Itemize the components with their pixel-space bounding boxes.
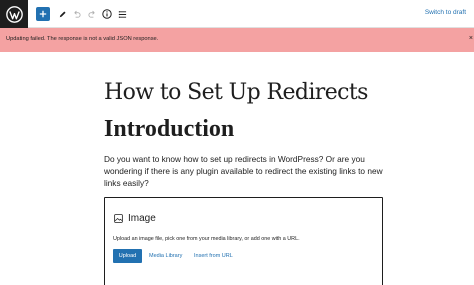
undo-button[interactable]	[68, 6, 84, 22]
details-button[interactable]	[99, 6, 115, 22]
heading-block[interactable]: Introduction	[104, 116, 234, 143]
redo-icon	[87, 10, 95, 18]
editor-toolbar: Switch to draft	[0, 0, 474, 28]
redo-button[interactable]	[84, 6, 100, 22]
add-block-button[interactable]	[36, 7, 50, 21]
notice-message: Updating failed. The response is not a v…	[6, 36, 159, 42]
image-block-instructions: Upload an image file, pick one from your…	[113, 236, 300, 242]
image-block-label: Image	[128, 213, 156, 224]
upload-button[interactable]: Upload	[113, 249, 142, 263]
undo-icon	[73, 10, 81, 18]
info-icon	[102, 9, 112, 19]
image-block-placeholder[interactable]: Image Upload an image file, pick one fro…	[104, 197, 383, 285]
insert-from-url-button[interactable]: Insert from URL	[194, 253, 233, 259]
wordpress-icon[interactable]	[0, 0, 28, 28]
paragraph-block[interactable]: Do you want to know how to set up redire…	[104, 153, 389, 190]
image-block-header: Image	[114, 213, 156, 224]
error-notice: Updating failed. The response is not a v…	[0, 28, 474, 52]
list-view-icon	[118, 10, 126, 18]
pencil-icon	[59, 10, 66, 17]
post-title[interactable]: How to Set Up Redirects	[104, 80, 368, 105]
close-icon[interactable]: ×	[469, 35, 473, 42]
plus-icon	[39, 10, 47, 18]
image-icon	[114, 214, 123, 223]
list-view-button[interactable]	[114, 6, 130, 22]
switch-to-draft-button[interactable]: Switch to draft	[425, 9, 466, 16]
media-library-button[interactable]: Media Library	[149, 253, 182, 259]
